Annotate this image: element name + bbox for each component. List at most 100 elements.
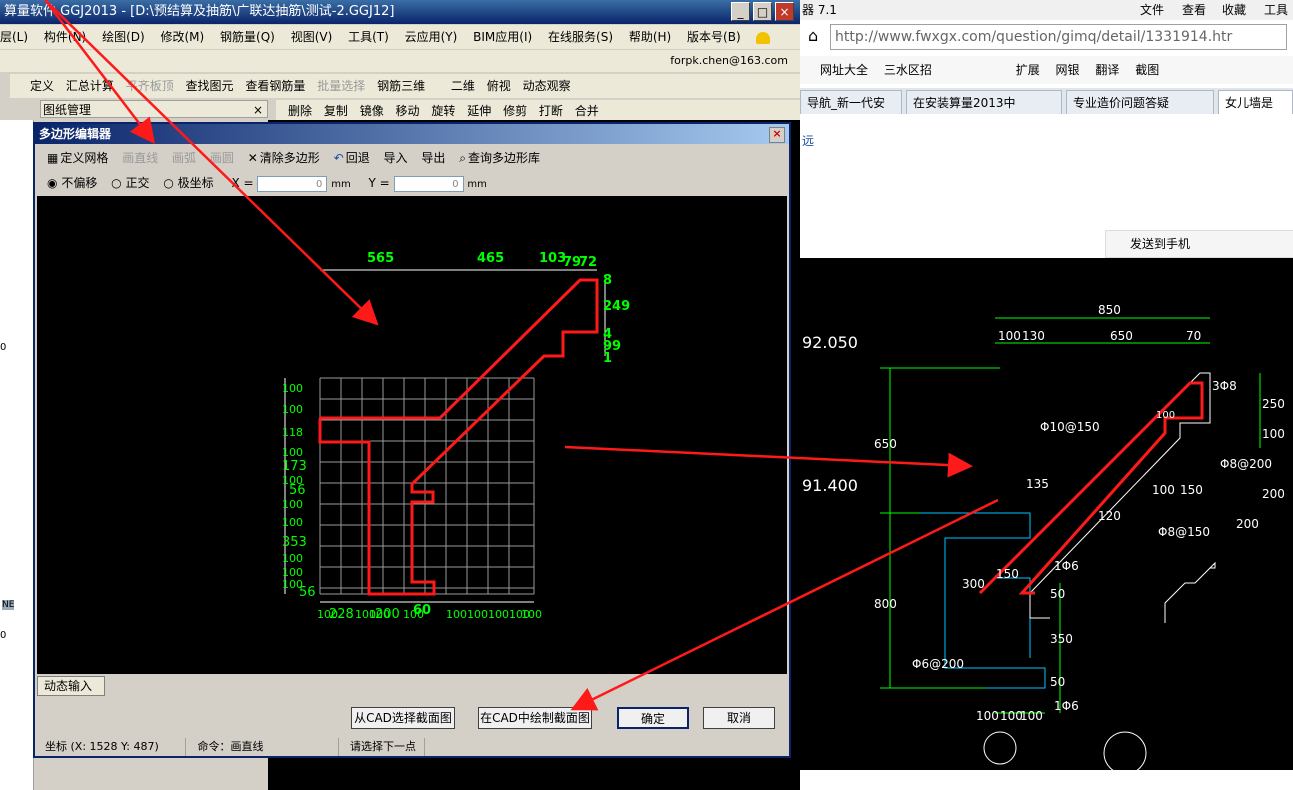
batch-select-button[interactable]: 批量选择 — [317, 79, 365, 93]
panel-close-icon[interactable]: × — [253, 101, 263, 119]
draw-circle-button[interactable]: 画圆 — [210, 151, 234, 165]
orthogonal-radio[interactable]: ○ — [111, 176, 121, 190]
left-dim: 100 — [282, 516, 303, 529]
draw-arc-button[interactable]: 画弧 — [172, 151, 196, 165]
close-button[interactable]: × — [775, 2, 794, 21]
sum-calc-button[interactable]: 汇总计算 — [66, 79, 114, 93]
page-side-text[interactable]: 远 — [802, 132, 814, 149]
cancel-button[interactable]: 取消 — [703, 707, 775, 729]
menu-component[interactable]: 构件(N) — [44, 30, 86, 44]
menu-version[interactable]: 版本号(B) — [687, 30, 741, 44]
polygon-canvas[interactable]: 565 465 103 79 72 8 249 4 99 1 100 100 1… — [37, 196, 787, 674]
bottom-dim: 100 — [467, 608, 488, 621]
define-button[interactable]: 定义 — [30, 79, 54, 93]
menu-bim[interactable]: BIM应用(I) — [473, 30, 532, 44]
x-unit: mm — [331, 179, 351, 190]
query-library-button[interactable]: 查询多边形库 — [468, 151, 540, 165]
browser-tab[interactable]: 专业造价问题答疑 — [1066, 90, 1214, 114]
ok-button[interactable]: 确定 — [617, 707, 689, 729]
left-dim: 100 — [282, 552, 303, 565]
menu-online[interactable]: 在线服务(S) — [548, 30, 613, 44]
rotate-button[interactable]: 旋转 — [431, 104, 455, 118]
merge-button[interactable]: 合并 — [575, 104, 599, 118]
trim-button[interactable]: 修剪 — [503, 104, 527, 118]
draw-in-cad-button[interactable]: 在CAD中绘制截面图 — [478, 707, 592, 729]
clear-polygon-button[interactable]: 清除多边形 — [260, 151, 320, 165]
menu-modify[interactable]: 修改(M) — [161, 30, 205, 44]
left-dim: 100 — [282, 403, 303, 416]
cad-label: 100 — [1020, 709, 1043, 723]
bookmark-item[interactable]: 三水区招 — [884, 63, 932, 77]
cad-label: 300 — [962, 577, 985, 591]
mirror-button[interactable]: 镜像 — [360, 104, 384, 118]
undo-button[interactable]: 回退 — [346, 151, 370, 165]
minimize-button[interactable]: _ — [731, 2, 750, 21]
flush-slab-button[interactable]: 平齐板顶 — [126, 79, 174, 93]
bottom-dim: 228 — [329, 607, 354, 622]
delete-button[interactable]: 删除 — [288, 104, 312, 118]
search-icon[interactable]: ⌕ — [459, 151, 466, 165]
cad-label: 650 — [874, 437, 897, 451]
menu-rebar[interactable]: 钢筋量(Q) — [220, 30, 275, 44]
browser-tab-active[interactable]: 女儿墙是 — [1218, 90, 1293, 114]
bottom-dim: 100 — [521, 608, 542, 621]
dialog-status-bar: 坐标 (X: 1528 Y: 487) 命令：画直线 请选择下一点 — [37, 738, 787, 756]
browser-window: 器 7.1 文件 查看 收藏 工具 ⌂ http://www.fwxgx.com… — [800, 0, 1293, 790]
menu-layer[interactable]: 层(L) — [0, 30, 28, 44]
send-to-phone-button[interactable]: 发送到手机 — [1130, 237, 1190, 251]
dynamic-input-tab[interactable]: 动态输入 — [37, 676, 105, 696]
cad-elevation: 91.400 — [802, 476, 858, 495]
view-rebar-button[interactable]: 查看钢筋量 — [245, 79, 305, 93]
left-side-panel: 0 NE 0 — [0, 120, 34, 790]
menu-tools[interactable]: 工具(T) — [348, 30, 389, 44]
select-from-cad-button[interactable]: 从CAD选择截面图 — [351, 707, 455, 729]
menu-draw[interactable]: 绘图(D) — [102, 30, 145, 44]
bookmark-item[interactable]: 截图 — [1135, 63, 1159, 77]
top-view-dropdown[interactable]: 俯视 — [487, 79, 511, 93]
menu-cloud[interactable]: 云应用(Y) — [405, 30, 458, 44]
helmet-icon[interactable] — [756, 31, 771, 44]
menu-help[interactable]: 帮助(H) — [629, 30, 671, 44]
browser-menu-favorites[interactable]: 收藏 — [1222, 0, 1246, 20]
cad-label: Φ8@150 — [1158, 525, 1210, 539]
x-input[interactable]: 0 — [257, 175, 328, 192]
rebar-3d-button[interactable]: 钢筋三维 — [377, 79, 425, 93]
bookmark-item[interactable]: 网银 — [1056, 63, 1080, 77]
import-button[interactable]: 导入 — [384, 151, 408, 165]
draw-line-button[interactable]: 画直线 — [122, 151, 158, 165]
menu-view[interactable]: 视图(V) — [291, 30, 333, 44]
y-input[interactable]: 0 — [393, 175, 464, 192]
bookmark-item[interactable]: 扩展 — [1016, 63, 1040, 77]
view-2d-dropdown[interactable]: 二维 — [451, 79, 475, 93]
move-button[interactable]: 移动 — [396, 104, 420, 118]
browser-menu-file[interactable]: 文件 — [1140, 0, 1164, 20]
break-button[interactable]: 打断 — [539, 104, 563, 118]
extend-button[interactable]: 延伸 — [467, 104, 491, 118]
dynamic-view-button[interactable]: 动态观察 — [523, 79, 571, 93]
define-grid-button[interactable]: 定义网格 — [60, 151, 108, 165]
find-element-button[interactable]: 查找图元 — [186, 79, 234, 93]
polygon-drawing[interactable]: 565 465 103 79 72 8 249 4 99 1 100 100 1… — [37, 196, 787, 674]
cad-label: 100 — [1156, 410, 1175, 421]
browser-menu-view[interactable]: 查看 — [1182, 0, 1206, 20]
clear-icon[interactable]: ✕ — [248, 151, 258, 165]
address-bar[interactable]: http://www.fwxgx.com/question/gimq/detai… — [830, 24, 1287, 50]
dialog-close-button[interactable]: × — [769, 127, 785, 143]
no-offset-radio[interactable]: ◉ — [47, 176, 57, 190]
menu-bar: 层(L) 构件(N) 绘图(D) 修改(M) 钢筋量(Q) 视图(V) 工具(T… — [0, 25, 800, 49]
polar-label: 极坐标 — [177, 176, 214, 190]
browser-menu-tools[interactable]: 工具 — [1264, 0, 1288, 20]
browser-tab[interactable]: 在安装算量2013中 — [906, 90, 1062, 114]
polar-radio[interactable]: ○ — [163, 176, 173, 190]
copy-button[interactable]: 复制 — [324, 104, 348, 118]
undo-icon[interactable]: ↶ — [334, 151, 344, 165]
home-icon[interactable]: ⌂ — [808, 26, 818, 45]
bookmark-item[interactable]: 翻译 — [1095, 63, 1119, 77]
export-button[interactable]: 导出 — [421, 151, 445, 165]
bookmark-item[interactable]: 网址大全 — [820, 63, 868, 77]
dialog-toolbar: ▦ 定义网格 画直线 画弧 画圆 ✕ 清除多边形 ↶ 回退 导入 导出 ⌕ 查询多边形库 — [37, 146, 787, 170]
maximize-button[interactable]: □ — [753, 2, 772, 21]
browser-tab[interactable]: 导航_新一代安 — [800, 90, 902, 114]
grid-icon[interactable]: ▦ — [47, 151, 58, 165]
app-title: 算量软件 GGJ2013 - [D:\预结算及抽筋\广联达抽筋\测试-2.GGJ… — [4, 4, 395, 19]
